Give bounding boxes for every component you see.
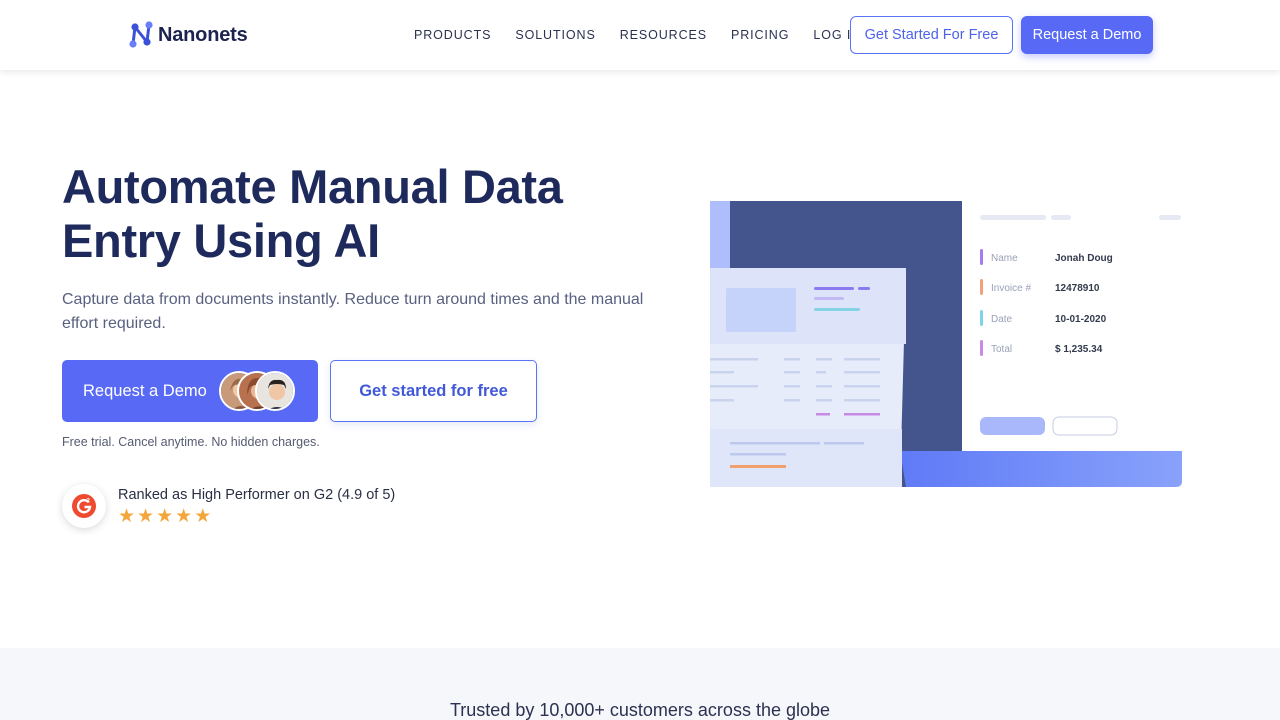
- rating-stars: ★ ★ ★ ★ ★: [118, 507, 211, 527]
- field-value-invoice: 12478910: [1055, 283, 1100, 294]
- team-avatars: [219, 371, 299, 411]
- field-label-name: Name: [991, 253, 1018, 264]
- illus-cancel-button: [1052, 416, 1118, 436]
- nav-products[interactable]: PRODUCTS: [414, 28, 491, 42]
- star-icon: ★: [156, 506, 174, 527]
- nav-solutions[interactable]: SOLUTIONS: [515, 28, 595, 42]
- site-header: Nanonets PRODUCTS SOLUTIONS RESOURCES PR…: [0, 0, 1280, 70]
- g2-icon: 2: [72, 494, 96, 518]
- hero-title-line-1: Automate Manual Data: [62, 160, 563, 213]
- hero-title-line-2: Entry Using AI: [62, 214, 380, 267]
- star-icon: ★: [175, 506, 193, 527]
- hero-title: Automate Manual Data Entry Using AI: [62, 160, 662, 268]
- g2-badge[interactable]: 2: [62, 484, 106, 528]
- star-icon: ★: [118, 506, 136, 527]
- g2-rating-text: Ranked as High Performer on G2 (4.9 of 5…: [118, 487, 396, 503]
- nanonets-logo[interactable]: Nanonets: [128, 20, 248, 50]
- star-icon: ★: [194, 506, 212, 527]
- logo-icon: [129, 21, 153, 48]
- field-value-name: Jonah Doug: [1055, 253, 1113, 264]
- logo-text: Nanonets: [158, 23, 248, 46]
- get-started-for-free-button[interactable]: Get started for free: [330, 360, 537, 422]
- trial-note: Free trial. Cancel anytime. No hidden ch…: [62, 435, 320, 449]
- trusted-heading: Trusted by 10,000+ customers across the …: [449, 700, 831, 720]
- illus-confirm-button: [980, 417, 1045, 435]
- request-demo-label: Request a Demo: [83, 381, 207, 400]
- main-nav: PRODUCTS SOLUTIONS RESOURCES PRICING LOG…: [414, 0, 885, 70]
- field-label-total: Total: [991, 344, 1012, 355]
- nav-pricing[interactable]: PRICING: [731, 28, 789, 42]
- field-value-total: $ 1,235.34: [1055, 344, 1103, 355]
- invoice-extraction-illustration: Name Jonah Doug Invoice # 12478910 Date …: [710, 201, 1182, 487]
- avatar: [255, 371, 295, 411]
- field-value-date: 10-01-2020: [1055, 314, 1107, 325]
- header-request-demo-button[interactable]: Request a Demo: [1021, 16, 1153, 54]
- field-label-date: Date: [991, 314, 1013, 325]
- star-icon: ★: [137, 506, 155, 527]
- nav-resources[interactable]: RESOURCES: [620, 28, 707, 42]
- hero-subtitle: Capture data from documents instantly. R…: [62, 291, 644, 332]
- get-started-free-button[interactable]: Get Started For Free: [850, 16, 1013, 54]
- field-label-invoice: Invoice #: [991, 283, 1031, 294]
